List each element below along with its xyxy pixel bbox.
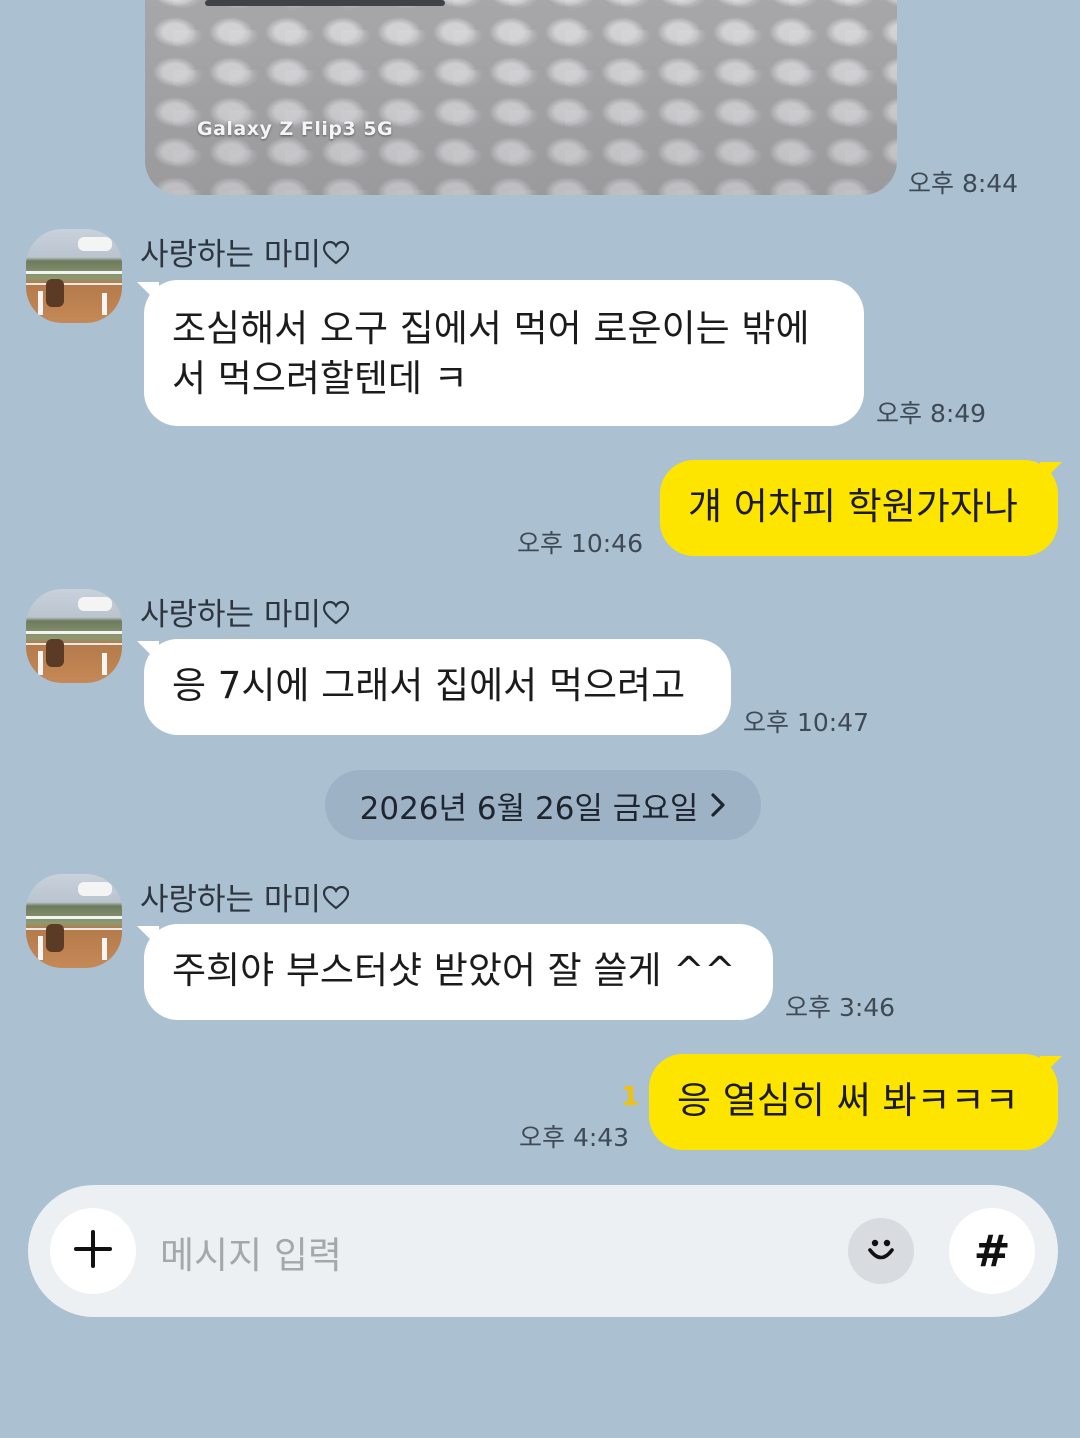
- sender-name-text: 사랑하는 마미: [140, 597, 321, 633]
- message-time: 오후 10:47: [743, 708, 869, 737]
- avatar-car: [78, 597, 112, 611]
- emoji-button[interactable]: [848, 1218, 914, 1284]
- phone-hinge: [205, 0, 445, 6]
- sender-avatar[interactable]: [26, 874, 122, 968]
- sender-name-text: 사랑하는 마미: [140, 237, 321, 273]
- date-divider-text: 2026년 6월 26일 금요일: [359, 790, 699, 827]
- message-text-line: 조심해서 오구 집에서 먹어 로운이는 밖에: [172, 307, 810, 350]
- message-input[interactable]: 메시지 입력: [160, 1225, 342, 1279]
- message-composer: 메시지 입력 #: [28, 1185, 1058, 1317]
- avatar-post: [102, 653, 107, 675]
- photo-shade: [145, 0, 897, 195]
- message-time: 오후 8:49: [876, 399, 987, 428]
- avatar-fence: [26, 283, 122, 285]
- avatar-car: [78, 882, 112, 896]
- message-text: 응 열심히 써 봐ㅋㅋㅋ: [677, 1079, 1019, 1122]
- avatar-post: [38, 936, 43, 960]
- message-time: 오후 8:44: [908, 169, 1019, 198]
- avatar-fence: [26, 916, 122, 919]
- avatar-horse: [46, 279, 64, 307]
- attach-button[interactable]: [50, 1208, 136, 1294]
- sender-name: 사랑하는 마미: [140, 229, 350, 274]
- message-text: 걔 어차피 학원가자나: [688, 485, 1018, 528]
- message-text: 응 7시에 그래서 집에서 먹으려고: [172, 664, 686, 707]
- avatar-post: [38, 651, 43, 675]
- hashtag-button[interactable]: #: [949, 1208, 1035, 1294]
- heart-outline-icon: [322, 599, 350, 632]
- smile-icon: [863, 1231, 899, 1271]
- avatar-post: [38, 291, 43, 315]
- avatar-fence: [26, 643, 122, 645]
- outgoing-message-bubble[interactable]: 응 열심히 써 봐ㅋㅋㅋ: [649, 1054, 1058, 1150]
- avatar-post: [102, 293, 107, 315]
- plus-icon: [73, 1229, 113, 1273]
- avatar-horse: [46, 639, 64, 667]
- chevron-right-icon: [710, 792, 726, 818]
- heart-outline-icon: [322, 884, 350, 917]
- chat-screen: Galaxy Z Flip3 5G 오후 8:44 사랑하는 마미 조심해서 오…: [0, 0, 1080, 1438]
- avatar-horse: [46, 924, 64, 952]
- incoming-message-bubble[interactable]: 조심해서 오구 집에서 먹어 로운이는 밖에 서 먹으려할텐데 ㅋ: [144, 280, 864, 426]
- avatar-fence: [26, 631, 122, 634]
- photo-caption: Galaxy Z Flip3 5G: [197, 118, 394, 140]
- photo-message[interactable]: Galaxy Z Flip3 5G: [145, 0, 897, 195]
- outgoing-message-bubble[interactable]: 걔 어차피 학원가자나: [660, 460, 1058, 556]
- sender-name: 사랑하는 마미: [140, 874, 350, 919]
- avatar-post: [102, 938, 107, 960]
- sender-name-text: 사랑하는 마미: [140, 882, 321, 918]
- message-text-line: 서 먹으려할텐데 ㅋ: [172, 357, 468, 400]
- avatar-car: [78, 237, 112, 251]
- sender-avatar[interactable]: [26, 589, 122, 683]
- message-time: 오후 4:43: [519, 1123, 630, 1152]
- sender-name: 사랑하는 마미: [140, 589, 350, 634]
- incoming-message-bubble[interactable]: 주희야 부스터샷 받았어 잘 쓸게 ^^: [144, 924, 773, 1020]
- hash-icon: #: [973, 1225, 1011, 1277]
- message-time: 오후 3:46: [785, 993, 896, 1022]
- date-divider[interactable]: 2026년 6월 26일 금요일: [325, 770, 761, 840]
- message-text: 주희야 부스터샷 받았어 잘 쓸게 ^^: [172, 949, 736, 992]
- sender-avatar[interactable]: [26, 229, 122, 323]
- avatar-fence: [26, 271, 122, 274]
- avatar-fence: [26, 928, 122, 930]
- unread-count: 1: [621, 1082, 640, 1112]
- heart-outline-icon: [322, 239, 350, 272]
- incoming-message-bubble[interactable]: 응 7시에 그래서 집에서 먹으려고: [144, 639, 731, 735]
- message-time: 오후 10:46: [517, 529, 643, 558]
